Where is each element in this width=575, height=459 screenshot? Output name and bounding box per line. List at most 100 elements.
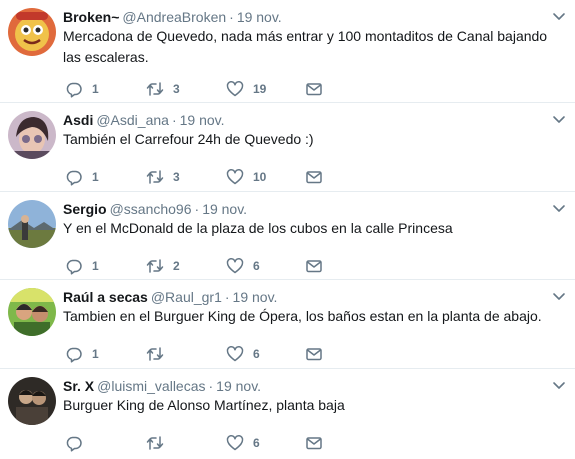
reply-button[interactable]: 1 bbox=[65, 256, 99, 276]
author-handle[interactable]: @ssancho96 bbox=[110, 201, 192, 217]
like-button[interactable]: 6 bbox=[226, 433, 260, 453]
separator-dot: · bbox=[224, 289, 230, 305]
like-count: 19 bbox=[253, 82, 267, 96]
avatar[interactable] bbox=[8, 377, 56, 425]
direct-message-button[interactable] bbox=[305, 256, 323, 276]
tweet-header: Asdi @Asdi_ana · 19 nov. bbox=[63, 111, 225, 129]
separator-dot: · bbox=[208, 378, 214, 394]
tweet-actions: 1 3 19 bbox=[63, 79, 363, 99]
reply-button[interactable] bbox=[65, 433, 92, 453]
like-button[interactable]: 19 bbox=[226, 79, 266, 99]
like-button[interactable]: 6 bbox=[226, 344, 260, 364]
tweet-actions: 1 6 bbox=[63, 344, 363, 364]
timestamp[interactable]: 19 nov. bbox=[202, 201, 247, 217]
retweet-button[interactable] bbox=[146, 433, 173, 453]
heart-icon bbox=[226, 346, 244, 362]
retweet-icon bbox=[146, 170, 164, 184]
timestamp[interactable]: 19 nov. bbox=[216, 378, 261, 394]
author-handle[interactable]: @Raul_gr1 bbox=[151, 289, 222, 305]
retweet-button[interactable] bbox=[146, 344, 173, 364]
reply-count: 1 bbox=[92, 170, 99, 184]
like-count: 10 bbox=[253, 170, 267, 184]
tweet-header: Broken~ @AndreaBroken · 19 nov. bbox=[63, 8, 282, 26]
heart-icon bbox=[226, 81, 244, 97]
tweet[interactable]: Broken~ @AndreaBroken · 19 nov. Mercadona d… bbox=[0, 0, 575, 103]
reply-icon bbox=[66, 259, 82, 275]
avatar[interactable] bbox=[8, 200, 56, 248]
tweet[interactable]: Asdi @Asdi_ana · 19 nov. También el Carrefo… bbox=[0, 103, 575, 192]
tweet-header: Raúl a secas @Raul_gr1 · 19 nov. bbox=[63, 288, 277, 306]
timestamp[interactable]: 19 nov. bbox=[237, 9, 282, 25]
like-count: 6 bbox=[253, 259, 260, 273]
tweet-text: Burguer King de Alonso Martínez, planta … bbox=[63, 397, 345, 413]
tweet-header: Sergio @ssancho96 · 19 nov. bbox=[63, 200, 247, 218]
retweet-count: 3 bbox=[173, 170, 180, 184]
avatar[interactable] bbox=[8, 288, 56, 336]
tweet-text: Mercadona de Quevedo, nada más entrar y … bbox=[63, 28, 548, 65]
tweet[interactable]: Sr. X @luismi_vallecas · 19 nov. Burguer Ki… bbox=[0, 369, 575, 459]
direct-message-icon bbox=[306, 83, 322, 96]
chevron-down-icon[interactable] bbox=[551, 8, 567, 24]
author-handle[interactable]: @luismi_vallecas bbox=[97, 378, 205, 394]
author-name[interactable]: Raúl a secas bbox=[63, 289, 148, 305]
reply-button[interactable]: 1 bbox=[65, 344, 99, 364]
tweet[interactable]: Raúl a secas @Raul_gr1 · 19 nov. Tambien en… bbox=[0, 280, 575, 369]
like-count: 6 bbox=[253, 436, 260, 450]
author-name[interactable]: Asdi bbox=[63, 112, 93, 128]
direct-message-icon bbox=[306, 437, 322, 450]
separator-dot: · bbox=[194, 201, 200, 217]
direct-message-button[interactable] bbox=[305, 344, 323, 364]
reply-icon bbox=[66, 82, 82, 98]
tweet-text: Y en el McDonald de la plaza de los cubo… bbox=[63, 220, 453, 236]
chevron-down-icon[interactable] bbox=[551, 200, 567, 216]
avatar[interactable] bbox=[8, 8, 56, 56]
tweet-actions: 6 bbox=[63, 433, 363, 453]
reply-count: 1 bbox=[92, 259, 99, 273]
separator-dot: · bbox=[229, 9, 234, 25]
chevron-down-icon[interactable] bbox=[551, 377, 567, 393]
chevron-down-icon[interactable] bbox=[551, 111, 567, 127]
author-name[interactable]: Broken~ bbox=[63, 9, 119, 25]
author-handle[interactable]: @Asdi_ana bbox=[96, 112, 169, 128]
retweet-count: 3 bbox=[173, 82, 180, 96]
heart-icon bbox=[226, 258, 244, 274]
tweet[interactable]: Sergio @ssancho96 · 19 nov. Y en el McDonal… bbox=[0, 192, 575, 280]
author-handle[interactable]: @AndreaBroken bbox=[122, 9, 226, 25]
author-name[interactable]: Sergio bbox=[63, 201, 107, 217]
direct-message-icon bbox=[306, 260, 322, 273]
like-button[interactable]: 6 bbox=[226, 256, 260, 276]
retweet-icon bbox=[146, 82, 164, 96]
direct-message-icon bbox=[306, 171, 322, 184]
retweet-icon bbox=[146, 259, 164, 273]
tweet-actions: 1 2 6 bbox=[63, 256, 363, 276]
retweet-icon bbox=[146, 436, 164, 450]
reply-icon bbox=[66, 347, 82, 363]
direct-message-button[interactable] bbox=[305, 79, 323, 99]
tweet-actions: 1 3 10 bbox=[63, 167, 363, 187]
like-button[interactable]: 10 bbox=[226, 167, 266, 187]
reply-count: 1 bbox=[92, 347, 99, 361]
reply-button[interactable]: 1 bbox=[65, 79, 99, 99]
replies-timeline: Broken~ @AndreaBroken · 19 nov. Mercadona d… bbox=[0, 0, 575, 459]
reply-count: 1 bbox=[92, 82, 99, 96]
retweet-button[interactable]: 3 bbox=[146, 79, 180, 99]
direct-message-icon bbox=[306, 348, 322, 361]
timestamp[interactable]: 19 nov. bbox=[233, 289, 278, 305]
retweet-icon bbox=[146, 347, 164, 361]
reply-button[interactable]: 1 bbox=[65, 167, 99, 187]
reply-icon bbox=[66, 170, 82, 186]
timestamp[interactable]: 19 nov. bbox=[180, 112, 225, 128]
direct-message-button[interactable] bbox=[305, 433, 323, 453]
reply-icon bbox=[66, 436, 82, 452]
avatar[interactable] bbox=[8, 111, 56, 159]
separator-dot: · bbox=[171, 112, 177, 128]
retweet-button[interactable]: 3 bbox=[146, 167, 180, 187]
direct-message-button[interactable] bbox=[305, 167, 323, 187]
chevron-down-icon[interactable] bbox=[551, 288, 567, 304]
author-name[interactable]: Sr. X bbox=[63, 378, 94, 394]
tweet-text: Tambien en el Burguer King de Ópera, los… bbox=[63, 308, 542, 324]
tweet-text: También el Carrefour 24h de Quevedo :) bbox=[63, 131, 314, 147]
like-count: 6 bbox=[253, 347, 260, 361]
retweet-button[interactable]: 2 bbox=[146, 256, 180, 276]
tweet-header: Sr. X @luismi_vallecas · 19 nov. bbox=[63, 377, 261, 395]
